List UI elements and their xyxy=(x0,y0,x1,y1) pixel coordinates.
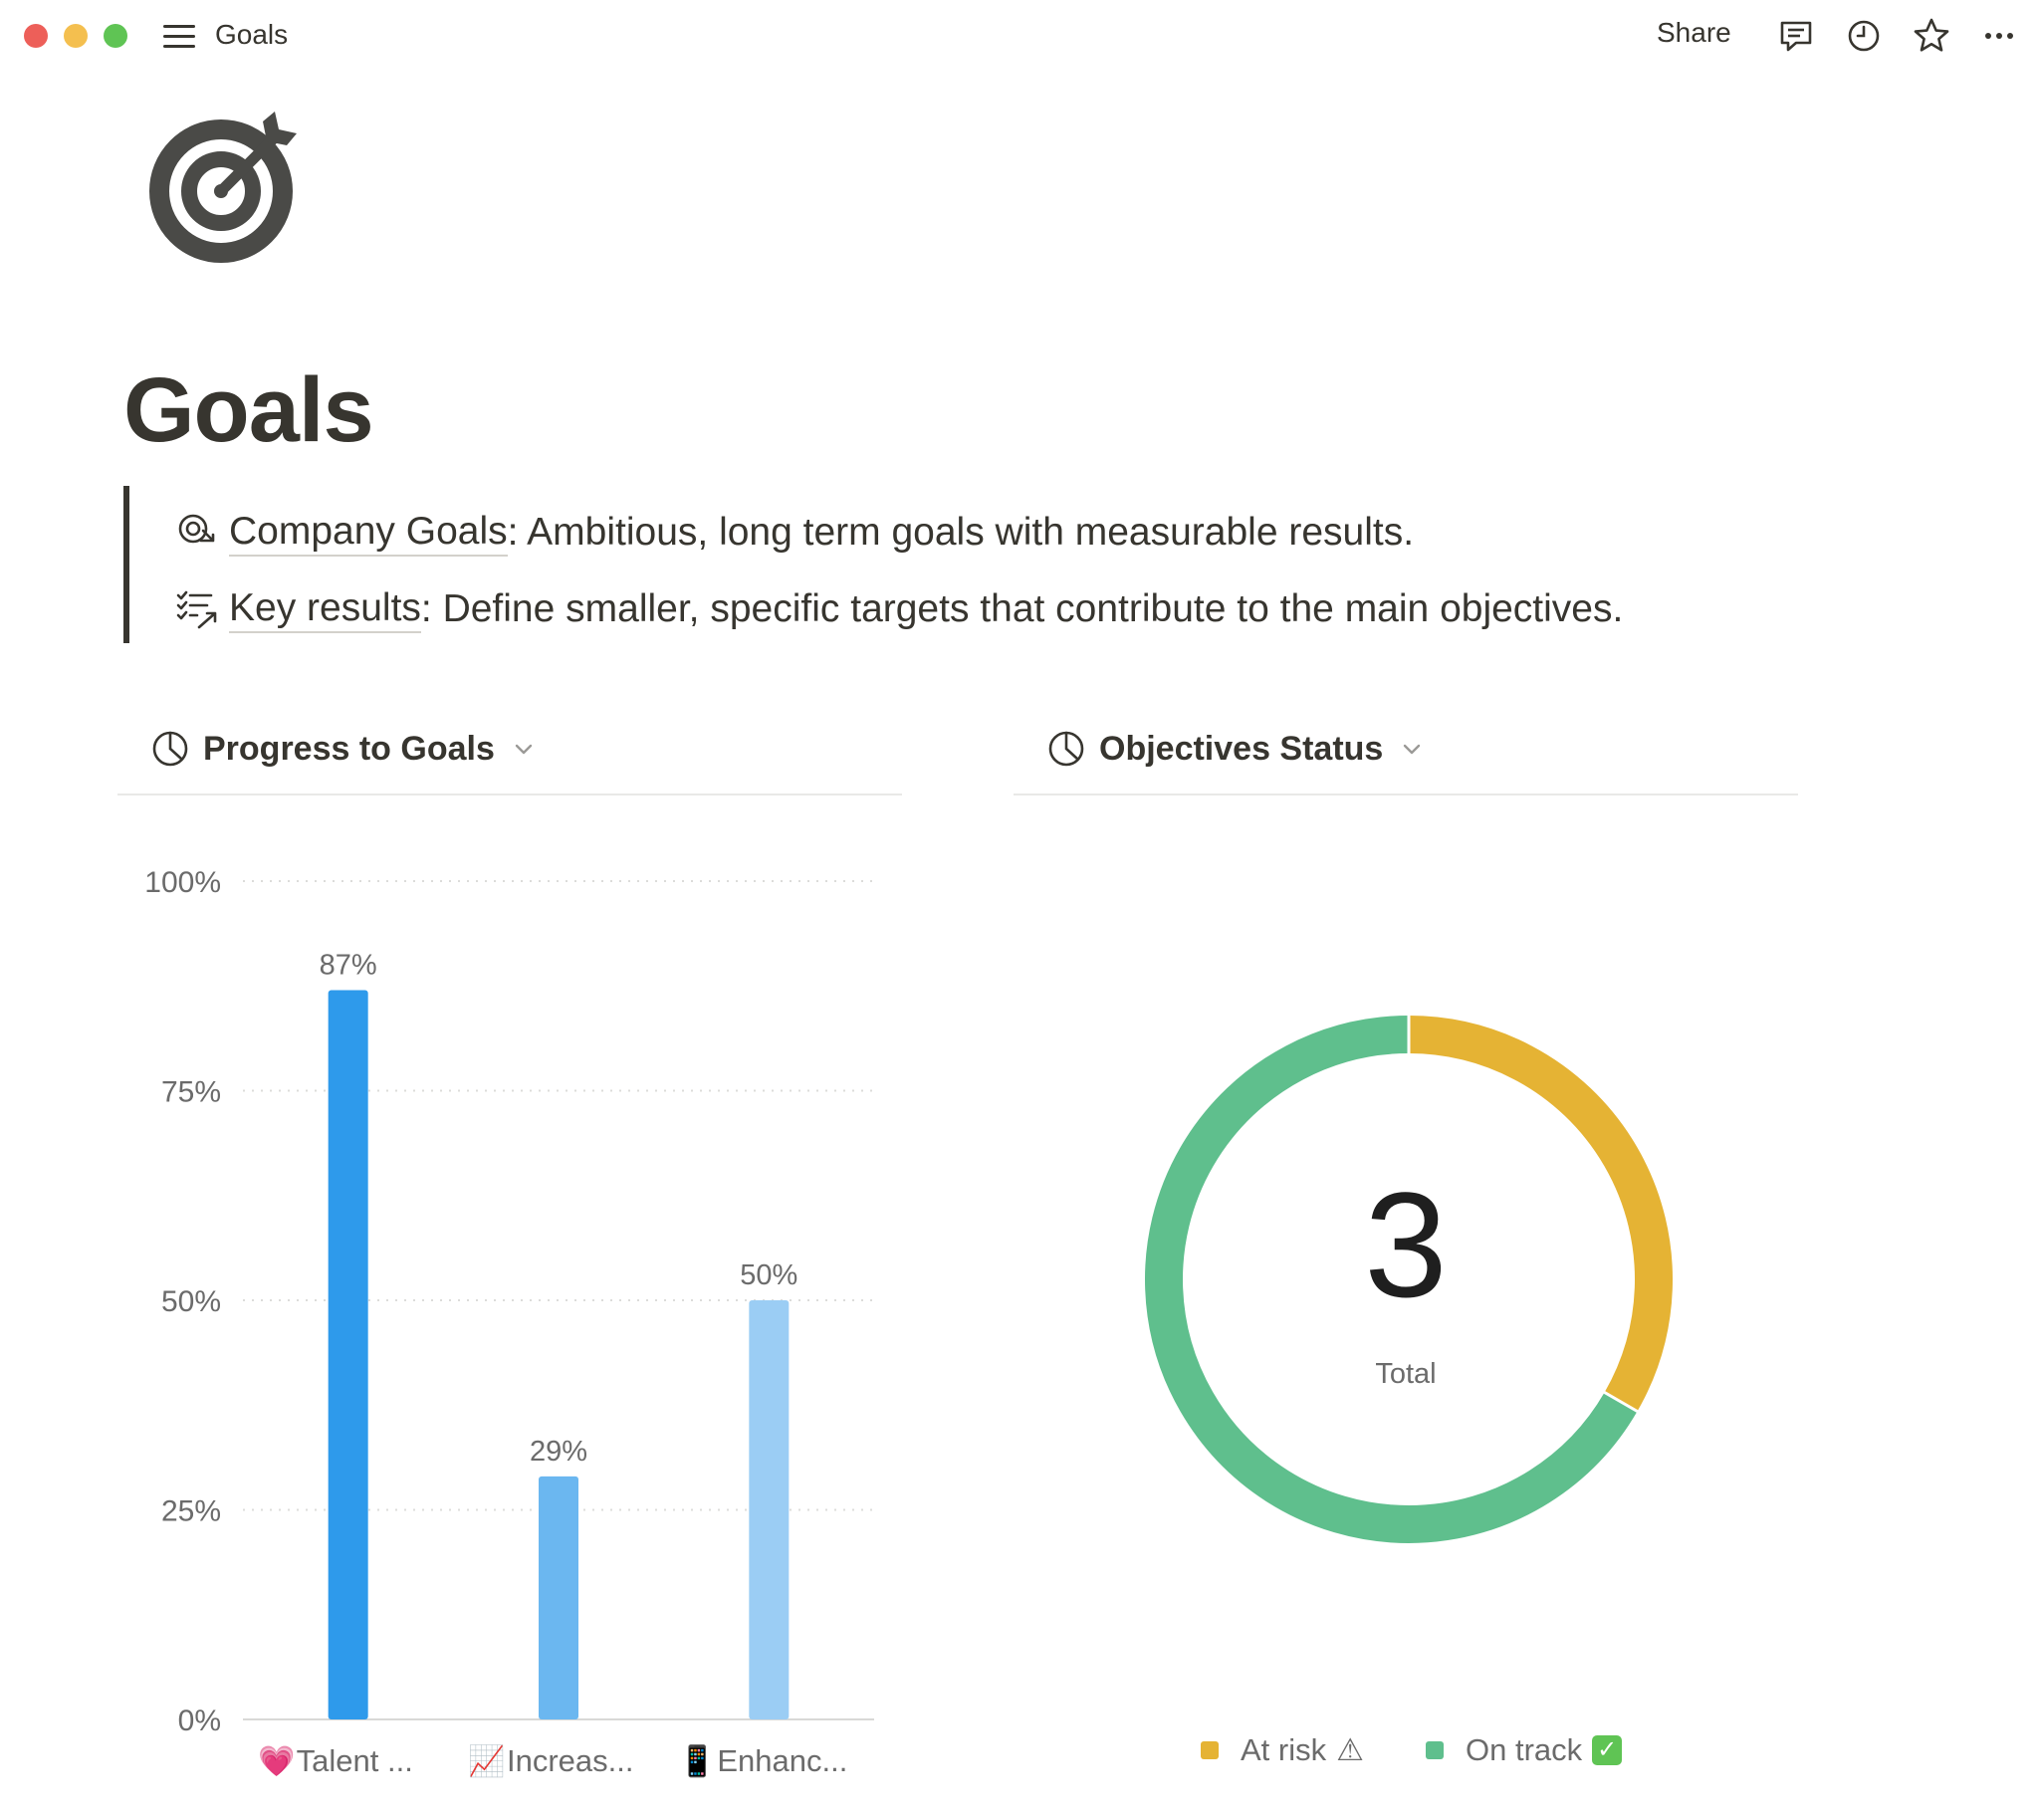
bar xyxy=(539,1476,578,1719)
legend-label-on-track: On track xyxy=(1466,1732,1583,1767)
company-goals-description: : Ambitious, long term goals with measur… xyxy=(507,511,1415,554)
share-button[interactable]: Share xyxy=(1657,17,1731,53)
status-chart-header[interactable]: Objectives Status xyxy=(1047,721,1425,777)
checkmark-icon: ✓ xyxy=(1592,1735,1623,1765)
callout-item-key-results: Key results : Define smaller, specific t… xyxy=(175,584,1623,634)
status-chart-title: Objectives Status xyxy=(1099,729,1384,768)
favorite-star-icon[interactable] xyxy=(1912,16,1951,56)
x-tick-label: Increas... xyxy=(507,1743,634,1778)
maximize-window-button[interactable] xyxy=(104,24,127,48)
progress-bar-chart: 0% 25% 50% 75% 100% 87% 💗 Talent ... 29% 📈 Increas… xyxy=(144,866,874,1778)
donut-total-value: 3 xyxy=(1364,1161,1448,1328)
x-tick-label: Enhanc... xyxy=(717,1743,847,1778)
legend-swatch-at-risk xyxy=(1201,1741,1219,1759)
legend-item-at-risk[interactable]: At risk ⚠ xyxy=(1201,1730,1364,1770)
y-tick-label: 50% xyxy=(161,1285,221,1318)
chart-pie-icon xyxy=(152,731,188,767)
bar-value-label: 29% xyxy=(530,1436,587,1468)
progress-chart-title: Progress to Goals xyxy=(203,729,495,768)
bar-value-label: 50% xyxy=(740,1259,797,1291)
key-results-description: : Define smaller, specific targets that … xyxy=(420,587,1624,630)
chevron-down-icon[interactable] xyxy=(1399,736,1425,762)
category-icon: 💗 xyxy=(258,1744,296,1778)
status-header-divider xyxy=(1014,794,1798,796)
chevron-down-icon[interactable] xyxy=(511,736,537,762)
legend-item-on-track[interactable]: On track ✓ xyxy=(1426,1730,1623,1770)
chart-pie-icon xyxy=(1048,731,1084,767)
sidebar-menu-icon[interactable] xyxy=(159,18,199,54)
history-clock-icon[interactable] xyxy=(1844,16,1884,56)
bar-value-label: 87% xyxy=(320,949,377,981)
x-tick-label: Talent ... xyxy=(297,1743,413,1778)
legend-label-at-risk: At risk xyxy=(1241,1732,1327,1767)
bar xyxy=(749,1300,790,1719)
callout-block: Company Goals : Ambitious, long term goa… xyxy=(123,486,1756,643)
y-tick-label: 100% xyxy=(144,866,221,899)
legend-swatch-on-track xyxy=(1426,1741,1444,1759)
y-tick-label: 25% xyxy=(161,1495,221,1528)
more-options-icon[interactable] xyxy=(1979,16,2019,56)
close-window-button[interactable] xyxy=(24,24,48,48)
category-icon: 📱 xyxy=(679,1743,716,1778)
comments-icon[interactable] xyxy=(1776,16,1816,56)
app-window: Goals Share Goals Company Goals: Ambiti… xyxy=(0,0,2039,1820)
company-goals-link[interactable]: Company Goals xyxy=(229,509,508,557)
category-icon: 📈 xyxy=(468,1743,505,1778)
page-title[interactable]: Goals xyxy=(123,358,374,463)
key-results-link[interactable]: Key results xyxy=(229,585,421,633)
target-icon[interactable] xyxy=(145,110,305,269)
y-tick-label: 75% xyxy=(161,1076,221,1109)
donut-total-label: Total xyxy=(1375,1358,1437,1390)
target-arrow-icon xyxy=(178,514,215,544)
breadcrumb-page-title[interactable]: Goals xyxy=(215,19,288,51)
y-tick-label: 0% xyxy=(178,1705,221,1737)
bar xyxy=(328,990,368,1719)
title-bar: Goals Share xyxy=(0,0,2039,72)
progress-chart-header[interactable]: Progress to Goals xyxy=(151,721,537,777)
progress-header-divider xyxy=(117,794,902,796)
minimize-window-button[interactable] xyxy=(64,24,88,48)
warning-icon: ⚠ xyxy=(1336,1732,1364,1767)
checklist-arrow-icon xyxy=(176,590,217,629)
callout-item-company-goals: Company Goals : Ambitious, long term goa… xyxy=(175,508,1414,558)
